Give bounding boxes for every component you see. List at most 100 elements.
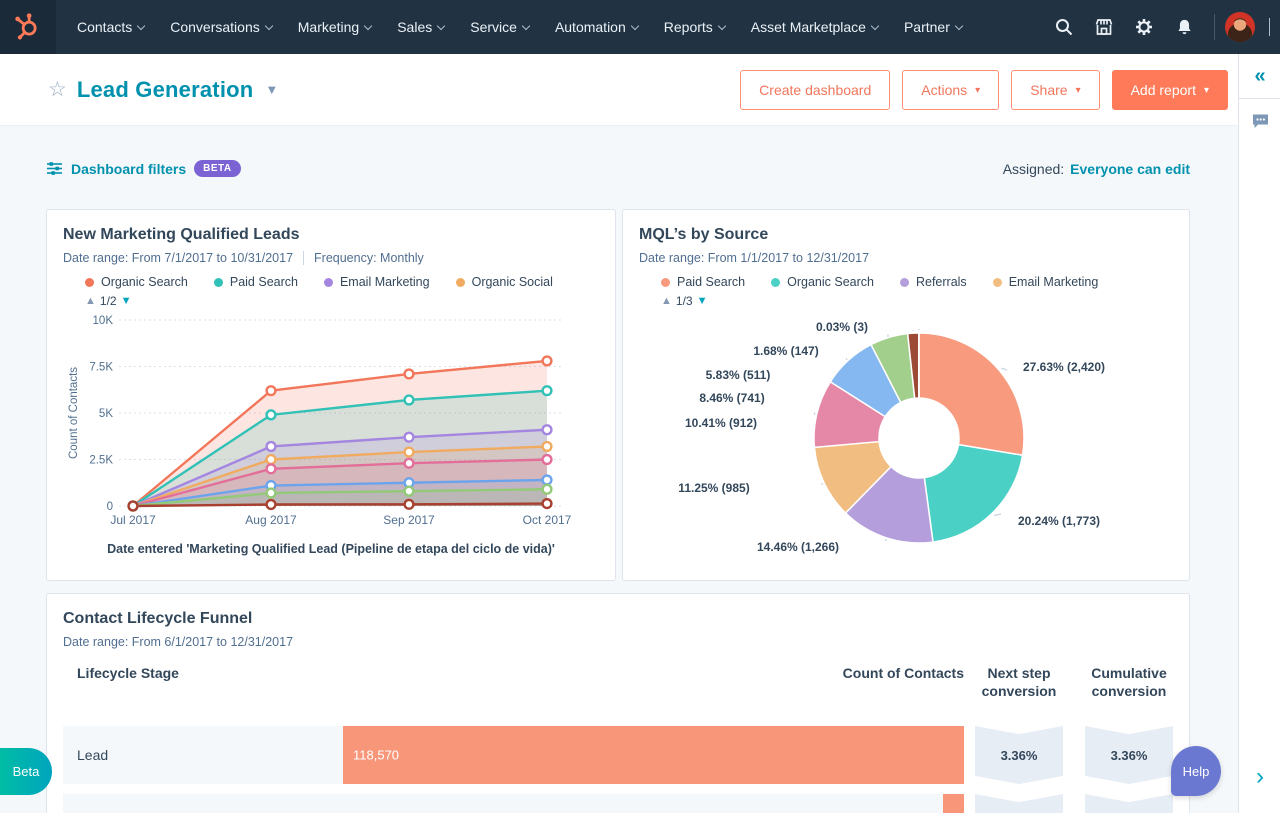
legend-page-down-icon[interactable]: ▼ <box>697 295 708 307</box>
column-header-next-step: Next step conversion <box>981 665 1057 699</box>
svg-text:Aug 2017: Aug 2017 <box>245 513 297 527</box>
legend-item-paid-search[interactable]: Paid Search <box>661 275 745 289</box>
line-chart[interactable]: 0 2.5K 5K 7.5K 10K Count of Contacts Jul 2017 A… <box>63 312 599 539</box>
chevron-down-icon: ▾ <box>1203 84 1209 96</box>
dashboard-title[interactable]: Lead Generation <box>77 77 254 103</box>
nav-item-automation[interactable]: Automation <box>542 0 651 54</box>
assigned-link[interactable]: Everyone can edit <box>1070 161 1190 177</box>
dashboard-filters-button[interactable]: Dashboard filters BETA <box>46 160 241 177</box>
actions-button[interactable]: Actions ▾ <box>902 69 1000 110</box>
report-meta: Date range: From 6/1/2017 to 12/31/2017 <box>63 635 1173 649</box>
funnel-bar[interactable] <box>943 794 964 813</box>
report-card-lifecycle-funnel: Contact Lifecycle Funnel Date range: Fro… <box>46 593 1190 813</box>
nav-item-marketing[interactable]: Marketing <box>285 0 384 54</box>
column-header-lifecycle-stage: Lifecycle Stage <box>77 665 179 681</box>
svg-text:Oct 2017: Oct 2017 <box>523 513 572 527</box>
legend-label: Referrals <box>915 275 967 289</box>
account-chevron-down-icon[interactable] <box>1263 18 1270 36</box>
nav-item-asset-marketplace[interactable]: Asset Marketplace <box>738 0 891 54</box>
chevron-down-icon <box>870 21 880 30</box>
header-buttons: Create dashboard Actions ▾ Share ▾ Add rep… <box>740 69 1228 110</box>
legend-item-paid-search[interactable]: Paid Search <box>213 275 298 289</box>
donut-slice-label: 20.24% (1,773) <box>1017 514 1101 528</box>
dashboard-content: Dashboard filters BETA Assigned: Everyone… <box>0 126 1238 813</box>
avatar[interactable] <box>1225 12 1255 42</box>
legend-page-up-icon[interactable]: ▲ <box>661 295 672 307</box>
legend-item-organic-search[interactable]: Organic Search <box>771 275 874 289</box>
legend-label: Paid Search <box>677 275 746 289</box>
legend-item-referrals[interactable]: Referrals <box>899 275 967 289</box>
column-header-cumulative: Cumulative conversion <box>1091 665 1167 699</box>
collapse-sidebar-button[interactable]: « <box>1239 54 1280 98</box>
chevron-down-icon <box>363 21 373 30</box>
svg-text:Sep 2017: Sep 2017 <box>383 513 435 527</box>
cumulative-conversion-badge: 3.36% <box>1085 726 1173 784</box>
funnel-count-value: 118,570 <box>353 747 400 763</box>
nav-item-sales[interactable]: Sales <box>384 0 457 54</box>
legend-dot <box>771 277 781 287</box>
report-meta: Date range: From 1/1/2017 to 12/31/2017 <box>639 251 1173 265</box>
settings-icon[interactable] <box>1124 0 1164 54</box>
next-step-conversion-badge: 42.22% <box>975 794 1063 813</box>
notifications-icon[interactable] <box>1164 0 1204 54</box>
dashboard-title-chevron-icon[interactable]: ▼ <box>265 82 278 97</box>
svg-text:5K: 5K <box>99 408 113 420</box>
report-title: MQL’s by Source <box>639 226 769 243</box>
expand-panel-chevron[interactable]: › <box>1239 763 1280 791</box>
donut-slice-label: 8.46% (741) <box>699 391 765 405</box>
legend-item-organic-search[interactable]: Organic Search <box>85 275 188 289</box>
top-navigation-bar: Contacts Conversations Marketing Sales Servi… <box>0 0 1280 54</box>
donut-slice-label: 27.63% (2,420) <box>1022 360 1106 374</box>
search-icon[interactable] <box>1044 0 1084 54</box>
marketplace-icon[interactable] <box>1084 0 1124 54</box>
legend-item-email-marketing[interactable]: Email Marketing <box>992 275 1099 289</box>
nav-item-partner[interactable]: Partner <box>891 0 975 54</box>
legend-dot <box>213 277 223 287</box>
beta-pill-button[interactable]: Beta <box>0 748 52 795</box>
nav-item-service[interactable]: Service <box>457 0 542 54</box>
assigned-row: Assigned: Everyone can edit <box>1003 161 1190 177</box>
svg-text:7.5K: 7.5K <box>89 362 113 374</box>
chevron-down-icon <box>630 21 640 30</box>
legend-dot <box>992 277 1002 287</box>
donut-slice-label: 0.03% (3) <box>815 320 869 334</box>
help-button[interactable]: Help <box>1171 746 1221 796</box>
donut-chart[interactable]: 27.63% (2,420) 20.24% (1,773) 14.46% (1,26… <box>639 314 1175 582</box>
svg-text:2.5K: 2.5K <box>89 455 113 467</box>
share-button[interactable]: Share ▾ <box>1011 69 1100 110</box>
x-axis-title: Date entered 'Marketing Qualified Lead (… <box>107 542 555 556</box>
funnel-bar[interactable] <box>343 726 964 784</box>
legend: Organic Search Paid Search Email Marketing… <box>63 275 599 289</box>
hubspot-logo[interactable] <box>0 0 56 54</box>
legend-dot <box>661 277 670 287</box>
donut-slice-label: 11.25% (985) <box>678 481 750 495</box>
legend-label: Email Marketing <box>1008 275 1099 289</box>
create-dashboard-button[interactable]: Create dashboard <box>740 69 891 110</box>
report-meta: Date range: From 7/1/2017 to 10/31/2017 … <box>63 251 599 265</box>
legend-item-email-marketing[interactable]: Email Marketing <box>323 275 430 289</box>
add-report-button[interactable]: Add report ▾ <box>1111 69 1228 110</box>
nav-divider <box>1214 14 1215 40</box>
legend-page-indicator: 1/3 <box>675 294 693 308</box>
legend-page-down-icon[interactable]: ▼ <box>121 295 132 307</box>
comments-icon[interactable] <box>1239 99 1280 143</box>
funnel-bar-area[interactable]: 118,570 <box>343 726 964 784</box>
legend-dot <box>85 277 94 287</box>
nav-item-reports[interactable]: Reports <box>651 0 738 54</box>
report-title: Contact Lifecycle Funnel <box>63 610 253 627</box>
donut-slice-label: 5.83% (511) <box>705 368 771 382</box>
funnel-bar-area[interactable]: 3,984 <box>343 794 964 813</box>
right-sidebar-rail: « › <box>1238 54 1280 813</box>
legend: Paid Search Organic Search Referrals Email … <box>639 275 1173 289</box>
legend-item-organic-social[interactable]: Organic Social <box>455 275 553 289</box>
favorite-star-icon[interactable]: ☆ <box>48 77 67 102</box>
chevron-down-icon <box>717 21 727 30</box>
funnel-stage-label: Marketing Qualified Lead <box>63 794 343 813</box>
svg-text:Jul 2017: Jul 2017 <box>110 513 156 527</box>
nav-item-contacts[interactable]: Contacts <box>64 0 157 54</box>
assigned-label: Assigned: <box>1002 160 1065 177</box>
nav-item-conversations[interactable]: Conversations <box>157 0 285 54</box>
column-header-count: Count of Contacts <box>842 665 964 681</box>
date-range: Date range: From 6/1/2017 to 12/31/2017 <box>63 635 294 649</box>
legend-page-up-icon[interactable]: ▲ <box>85 295 96 307</box>
